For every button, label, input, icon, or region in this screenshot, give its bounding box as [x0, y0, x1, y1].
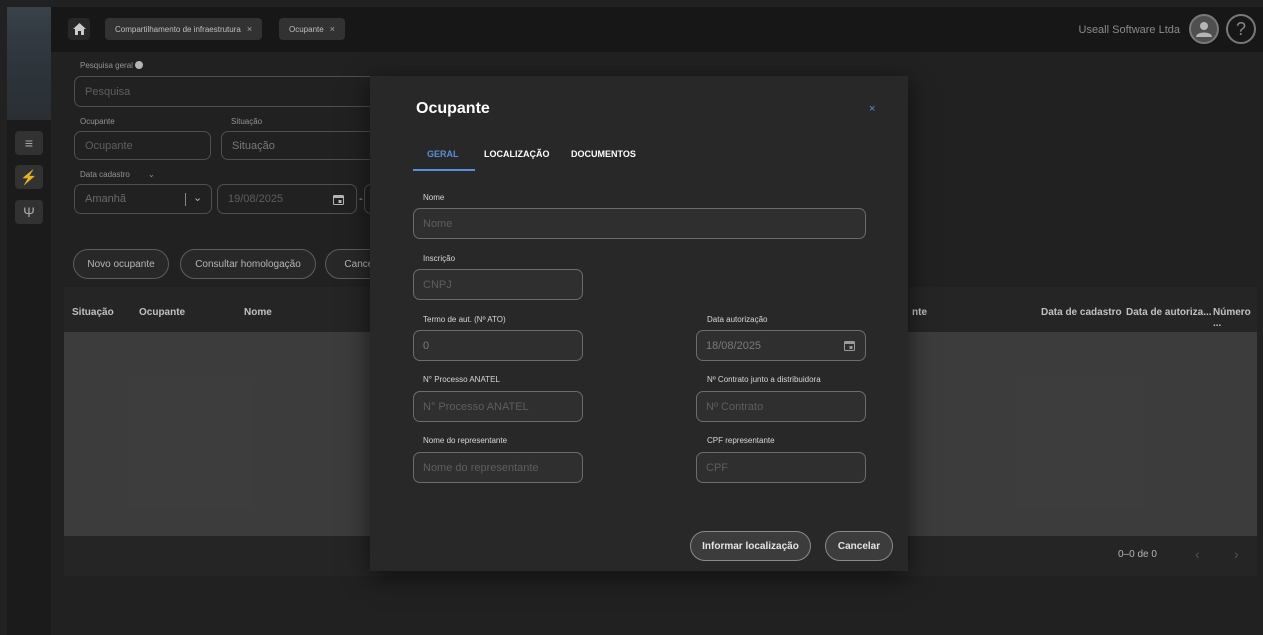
- tab-documentos[interactable]: DOCUMENTOS: [571, 149, 636, 159]
- calendar-icon[interactable]: [844, 340, 855, 351]
- name-input[interactable]: Nome: [413, 208, 866, 239]
- contract-input[interactable]: Nº Contrato: [696, 391, 866, 422]
- rep-name-input[interactable]: Nome do representante: [413, 452, 583, 483]
- auth-date-input[interactable]: 18/08/2025: [696, 330, 866, 361]
- tab-localizacao[interactable]: LOCALIZAÇÃO: [484, 149, 550, 159]
- rep-name-label: Nome do representante: [423, 436, 508, 445]
- anatel-label: N° Processo ANATEL: [423, 375, 500, 384]
- name-label: Nome: [423, 193, 445, 202]
- inform-location-button[interactable]: Informar localização: [690, 531, 811, 561]
- tab-geral[interactable]: GERAL: [427, 149, 459, 159]
- cancel-button[interactable]: Cancelar: [825, 531, 893, 561]
- term-label: Termo de aut. (Nº ATO): [423, 315, 506, 324]
- rep-cpf-input[interactable]: CPF: [696, 452, 866, 483]
- auth-date-label: Data autorização: [707, 315, 768, 324]
- term-input[interactable]: 0: [413, 330, 583, 361]
- registration-label: Inscrição: [423, 254, 456, 263]
- auth-date-value: 18/08/2025: [706, 339, 762, 352]
- registration-input[interactable]: CNPJ: [413, 269, 583, 300]
- close-icon[interactable]: ×: [869, 103, 875, 115]
- anatel-input[interactable]: N° Processo ANATEL: [413, 391, 583, 422]
- contract-label: Nº Contrato junto a distribuidora: [707, 375, 821, 384]
- occupant-dialog: Ocupante × GERAL LOCALIZAÇÃO DOCUMENTOS …: [370, 76, 908, 571]
- rep-cpf-label: CPF representante: [707, 436, 775, 445]
- dialog-title: Ocupante: [416, 100, 490, 117]
- active-tab-indicator: [413, 169, 475, 171]
